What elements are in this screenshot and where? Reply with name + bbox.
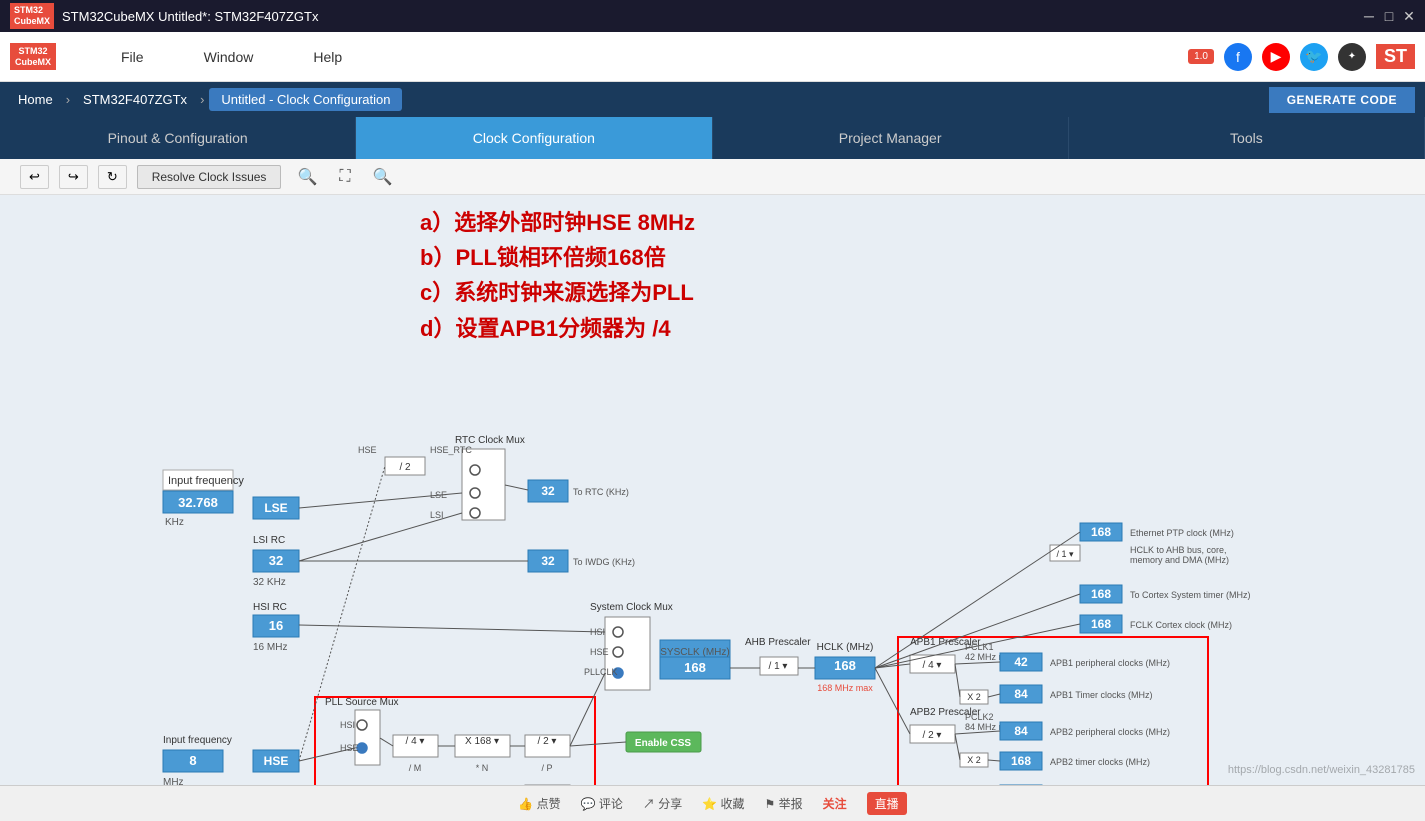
- bc-current[interactable]: Untitled - Clock Configuration: [209, 88, 402, 111]
- svg-text:8: 8: [189, 753, 196, 768]
- svg-text:16: 16: [269, 618, 283, 633]
- toolbar: ↩ ↪ ↻ Resolve Clock Issues 🔍 ⛶ 🔍: [0, 159, 1425, 195]
- bc-sep2: ›: [200, 92, 204, 107]
- stm32-brand: STM32CubeMX: [10, 43, 56, 71]
- tab-clock[interactable]: Clock Configuration: [356, 117, 712, 159]
- menu-bar: STM32CubeMX File Window Help 1.0 f ▶ 🐦 ✦…: [0, 32, 1425, 82]
- clock-diagram: Input frequency 32.768 KHz LSE LSI RC 32…: [0, 195, 1425, 821]
- svg-text:HSE_RTC: HSE_RTC: [430, 445, 472, 455]
- svg-text:To Cortex System timer (MHz): To Cortex System timer (MHz): [1130, 590, 1251, 600]
- svg-text:HCLK to AHB bus, core,: HCLK to AHB bus, core,: [1130, 545, 1227, 555]
- svg-text:HSI RC: HSI RC: [253, 602, 287, 613]
- svg-text:/ 2: / 2: [399, 462, 411, 473]
- watermark: https://blog.csdn.net/weixin_43281785: [1228, 764, 1415, 776]
- minimize-button[interactable]: ─: [1363, 10, 1375, 22]
- svg-text:168: 168: [1091, 525, 1111, 539]
- bc-device[interactable]: STM32F407ZGTx: [75, 89, 195, 110]
- zoom-out-button[interactable]: 🔍: [367, 165, 399, 189]
- maximize-button[interactable]: □: [1383, 10, 1395, 22]
- menu-file[interactable]: File: [116, 44, 149, 70]
- brand-logo: STM32CubeMX: [10, 43, 56, 71]
- fit-button[interactable]: ⛶: [333, 166, 356, 188]
- tab-bar: Pinout & Configuration Clock Configurati…: [0, 117, 1425, 159]
- tab-project[interactable]: Project Manager: [713, 117, 1069, 159]
- svg-text:LSI: LSI: [430, 510, 444, 520]
- redo-button[interactable]: ↪: [59, 165, 88, 189]
- like-button[interactable]: 👍 点赞: [518, 795, 560, 812]
- follow-button[interactable]: 关注: [823, 795, 847, 812]
- svg-text:FCLK Cortex clock (MHz): FCLK Cortex clock (MHz): [1130, 620, 1232, 630]
- svg-text:HSE: HSE: [590, 647, 609, 657]
- svg-text:32.768: 32.768: [178, 495, 218, 510]
- zoom-in-button[interactable]: 🔍: [291, 165, 323, 189]
- window-controls: ─ □ ✕: [1363, 10, 1415, 22]
- svg-text:HSE: HSE: [358, 445, 377, 455]
- title-bar: STM32CubeMX STM32CubeMX Untitled*: STM32…: [0, 0, 1425, 32]
- bc-home[interactable]: Home: [10, 89, 61, 110]
- svg-text:Input frequency: Input frequency: [163, 735, 232, 746]
- report-button[interactable]: ⚑ 举报: [765, 795, 803, 812]
- svg-text:Enable CSS: Enable CSS: [635, 738, 691, 749]
- svg-text:16 MHz: 16 MHz: [253, 642, 287, 653]
- generate-code-button[interactable]: GENERATE CODE: [1269, 87, 1415, 113]
- breadcrumb: Home › STM32F407ZGTx › Untitled - Clock …: [0, 82, 1425, 117]
- svg-text:HSE: HSE: [264, 754, 289, 768]
- bc-sep1: ›: [66, 92, 70, 107]
- youtube-icon[interactable]: ▶: [1262, 43, 1290, 71]
- svg-text:System Clock Mux: System Clock Mux: [590, 602, 673, 613]
- undo-button[interactable]: ↩: [20, 165, 49, 189]
- version-badge: 1.0: [1188, 49, 1214, 64]
- star-icon[interactable]: ✦: [1338, 43, 1366, 71]
- svg-text:KHz: KHz: [165, 517, 184, 528]
- svg-text:SYSCLK (MHz): SYSCLK (MHz): [660, 647, 729, 658]
- svg-text:To IWDG (KHz): To IWDG (KHz): [573, 557, 635, 567]
- refresh-button[interactable]: ↻: [98, 165, 127, 189]
- svg-text:32: 32: [541, 554, 555, 568]
- svg-text:AHB Prescaler: AHB Prescaler: [745, 637, 811, 648]
- resolve-clock-button[interactable]: Resolve Clock Issues: [137, 165, 282, 189]
- svg-text:To RTC (KHz): To RTC (KHz): [573, 487, 629, 497]
- svg-text:32: 32: [541, 484, 555, 498]
- svg-text:/ 1 ▾: / 1 ▾: [769, 661, 788, 672]
- svg-text:memory and DMA (MHz): memory and DMA (MHz): [1130, 555, 1229, 565]
- share-button[interactable]: ↗ 分享: [643, 795, 682, 812]
- svg-text:HCLK (MHz): HCLK (MHz): [817, 642, 874, 653]
- twitter-icon[interactable]: 🐦: [1300, 43, 1328, 71]
- svg-text:32 KHz: 32 KHz: [253, 577, 286, 588]
- svg-text:LSE: LSE: [264, 501, 287, 515]
- menu-right: 1.0 f ▶ 🐦 ✦ ST: [1188, 43, 1415, 71]
- st-brand: ST: [1376, 44, 1415, 69]
- close-button[interactable]: ✕: [1403, 10, 1415, 22]
- main-content: Input frequency 32.768 KHz LSE LSI RC 32…: [0, 195, 1425, 821]
- live-button[interactable]: 直播: [867, 792, 907, 815]
- window-title: STM32CubeMX Untitled*: STM32F407ZGTx: [62, 9, 318, 24]
- svg-text:Input frequency: Input frequency: [168, 475, 244, 487]
- svg-text:168: 168: [1091, 617, 1111, 631]
- svg-text:168: 168: [1091, 587, 1111, 601]
- svg-text:/ 1 ▾: / 1 ▾: [1056, 549, 1074, 559]
- menu-window[interactable]: Window: [199, 44, 259, 70]
- svg-text:168: 168: [834, 658, 856, 673]
- clock-diagram-svg: Input frequency 32.768 KHz LSE LSI RC 32…: [0, 195, 1425, 821]
- svg-text:PLLCLK: PLLCLK: [584, 667, 618, 677]
- svg-text:32: 32: [269, 553, 283, 568]
- facebook-icon[interactable]: f: [1224, 43, 1252, 71]
- svg-text:168 MHz max: 168 MHz max: [817, 683, 873, 693]
- collect-button[interactable]: ⭐ 收藏: [702, 795, 744, 812]
- svg-text:LSI RC: LSI RC: [253, 535, 285, 546]
- menu-items: File Window Help: [116, 44, 347, 70]
- menu-help[interactable]: Help: [308, 44, 347, 70]
- app-logo: STM32CubeMX: [10, 3, 54, 29]
- svg-text:Ethernet PTP clock (MHz): Ethernet PTP clock (MHz): [1130, 528, 1234, 538]
- tab-tools[interactable]: Tools: [1069, 117, 1425, 159]
- tab-pinout[interactable]: Pinout & Configuration: [0, 117, 356, 159]
- bottom-bar: 👍 点赞 💬 评论 ↗ 分享 ⭐ 收藏 ⚑ 举报 关注 直播: [0, 785, 1425, 821]
- comment-button[interactable]: 💬 评论: [581, 795, 623, 812]
- svg-text:168: 168: [684, 660, 706, 675]
